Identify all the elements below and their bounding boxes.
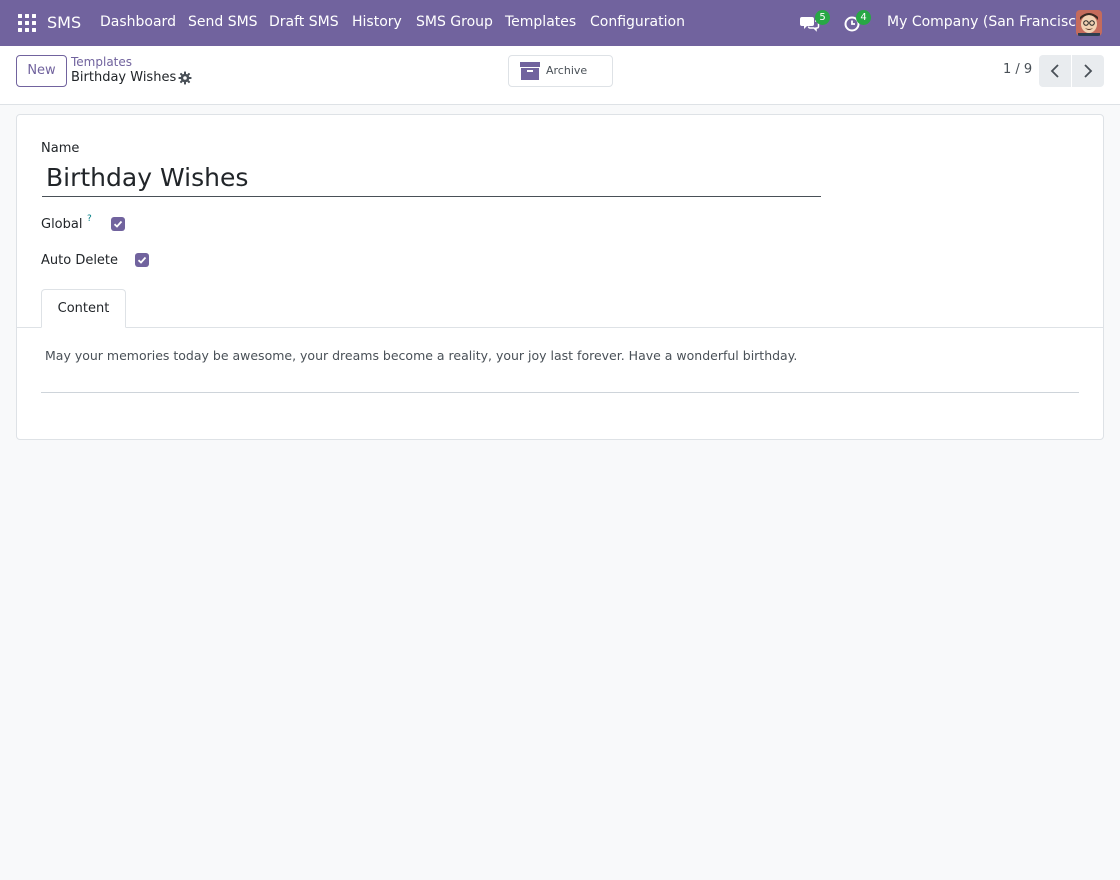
- menu-templates[interactable]: Templates: [505, 14, 576, 30]
- pager-next-button[interactable]: [1072, 55, 1104, 87]
- app-brand[interactable]: SMS: [47, 13, 81, 32]
- menu-configuration[interactable]: Configuration: [590, 14, 685, 30]
- sms-content-field[interactable]: May your memories today be awesome, your…: [45, 348, 1075, 363]
- global-help-tooltip[interactable]: ?: [87, 214, 92, 224]
- global-checkbox[interactable]: [111, 217, 125, 231]
- user-avatar-icon[interactable]: [1076, 10, 1102, 36]
- company-switcher[interactable]: My Company (San Francisco): [887, 14, 1090, 30]
- auto-delete-checkbox[interactable]: [135, 253, 149, 267]
- activities-count-badge: 4: [856, 10, 871, 25]
- tab-content[interactable]: Content: [41, 289, 126, 328]
- control-panel: New Templates Birthday Wishes Archive 1 …: [0, 46, 1120, 105]
- tabs-divider: [17, 327, 1103, 328]
- menu-dashboard[interactable]: Dashboard: [100, 14, 176, 30]
- menu-draft-sms[interactable]: Draft SMS: [269, 14, 339, 30]
- menu-history[interactable]: History: [352, 14, 402, 30]
- archive-button[interactable]: Archive: [508, 55, 613, 87]
- breadcrumb-templates-link[interactable]: Templates: [71, 55, 132, 69]
- checkmark-icon: [113, 220, 123, 228]
- grid-apps-icon[interactable]: [18, 14, 36, 32]
- menu-sms-group[interactable]: SMS Group: [416, 14, 493, 30]
- content-field-underline: [41, 392, 1079, 393]
- chevron-right-icon: [1084, 64, 1093, 78]
- new-button[interactable]: New: [16, 55, 67, 87]
- form-sheet: Name Global ? Auto Delete Content May yo…: [16, 114, 1104, 440]
- top-navbar: SMS Dashboard Send SMS Draft SMS History…: [0, 0, 1120, 46]
- global-label: Global: [41, 217, 83, 232]
- pager-value[interactable]: 1 / 9: [1003, 62, 1032, 77]
- breadcrumb-current-record: Birthday Wishes: [71, 70, 177, 85]
- checkmark-icon: [137, 256, 147, 264]
- gear-icon[interactable]: [178, 71, 192, 85]
- chevron-left-icon: [1050, 64, 1059, 78]
- archive-box-icon: [520, 62, 540, 80]
- pager-previous-button[interactable]: [1039, 55, 1071, 87]
- auto-delete-label: Auto Delete: [41, 253, 119, 268]
- name-input[interactable]: [42, 159, 821, 197]
- name-label: Name: [41, 141, 80, 156]
- messages-count-badge: 5: [815, 10, 830, 25]
- archive-label: Archive: [546, 64, 588, 77]
- menu-send-sms[interactable]: Send SMS: [188, 14, 258, 30]
